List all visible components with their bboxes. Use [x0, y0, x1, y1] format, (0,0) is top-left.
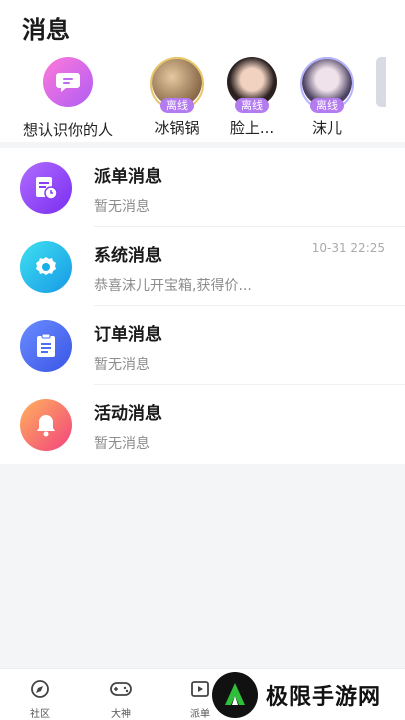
gear-icon — [20, 241, 72, 293]
contact-item[interactable]: 离线 冰锅锅 — [137, 55, 217, 138]
message-preview: 暂无消息 — [94, 436, 150, 452]
watermark-logo-icon — [212, 672, 258, 718]
status-badge: 离线 — [310, 98, 344, 113]
message-item-dispatch[interactable]: 派单消息 暂无消息 — [0, 148, 405, 227]
status-badge: 离线 — [235, 98, 269, 113]
dispatch-document-icon — [20, 162, 72, 214]
watermark: 极限手游网 — [212, 672, 397, 718]
message-item-system[interactable]: 系统消息 恭喜沫儿开宝箱,获得价... 10-31 22:25 — [0, 227, 405, 306]
message-preview: 暂无消息 — [94, 199, 150, 215]
wish-contact[interactable]: 想认识你的人 — [23, 55, 113, 140]
message-title: 活动消息 — [94, 404, 162, 424]
contact-more-peek[interactable] — [376, 57, 386, 107]
message-preview: 恭喜沫儿开宝箱,获得价... — [94, 278, 252, 294]
contact-name: 脸上... — [229, 119, 275, 137]
message-title: 派单消息 — [94, 167, 162, 187]
gamepad-icon — [110, 682, 132, 696]
tab-label: 大神 — [111, 709, 131, 720]
watermark-text: 极限手游网 — [266, 685, 382, 710]
bell-icon — [20, 399, 72, 451]
contact-item[interactable]: 离线 脸上... — [212, 55, 292, 138]
contacts-row: 想认识你的人 离线 冰锅锅 离线 脸上... 离线 沫儿 — [0, 55, 405, 139]
message-preview: 暂无消息 — [94, 357, 150, 373]
message-list: 派单消息 暂无消息 系统消息 恭喜沫儿开宝箱,获得价... 10-31 22:2… — [0, 148, 405, 464]
chat-bubble-icon[interactable] — [43, 57, 93, 107]
tab-community[interactable]: 社区 — [20, 679, 60, 720]
message-item-order[interactable]: 订单消息 暂无消息 — [0, 306, 405, 385]
contact-name: 沫儿 — [311, 119, 342, 137]
play-list-icon — [191, 681, 209, 697]
contact-item[interactable]: 离线 沫儿 — [287, 55, 367, 138]
message-title: 订单消息 — [94, 325, 162, 345]
status-badge: 离线 — [160, 98, 194, 113]
message-item-activity[interactable]: 活动消息 暂无消息 — [0, 385, 405, 464]
message-time: 10-31 22:25 — [311, 241, 385, 255]
page-title: 消息 — [22, 16, 70, 44]
message-title: 系统消息 — [94, 246, 162, 266]
tab-masters[interactable]: 大神 — [101, 679, 141, 720]
header-area: 消息 想认识你的人 离线 冰锅锅 离线 脸上... 离线 沫儿 — [0, 0, 405, 142]
tab-label: 社区 — [30, 709, 50, 720]
wish-label: 想认识你的人 — [22, 121, 113, 139]
clipboard-icon — [20, 320, 72, 372]
compass-icon — [31, 680, 49, 698]
contact-name: 冰锅锅 — [154, 119, 200, 137]
